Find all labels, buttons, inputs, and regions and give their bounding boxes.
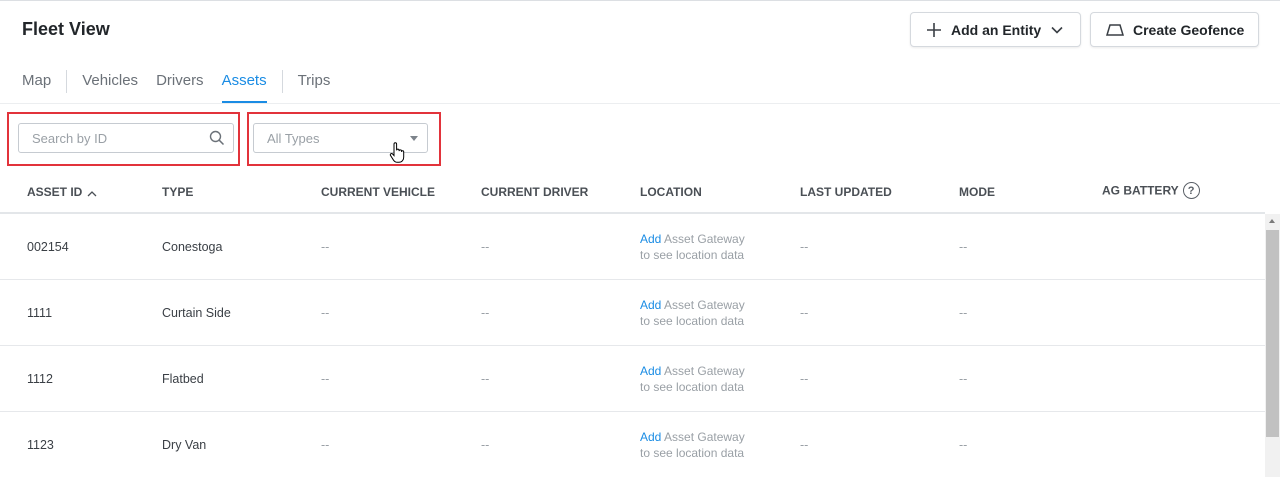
last-updated-cell: --: [800, 240, 809, 254]
scroll-up-arrow-icon[interactable]: [1269, 219, 1275, 223]
add-asset-gateway-link[interactable]: Add: [640, 364, 661, 378]
scrollbar-thumb[interactable]: [1266, 230, 1279, 437]
caret-down-icon: [410, 136, 418, 141]
sort-ascending-icon: [87, 186, 97, 200]
location-cell: Add Asset Gateway to see location data: [640, 364, 745, 394]
asset-id-cell: 002154: [27, 240, 69, 254]
location-cell: Add Asset Gateway to see location data: [640, 298, 745, 328]
current-vehicle-cell: --: [321, 306, 330, 320]
add-entity-button[interactable]: Add an Entity: [910, 12, 1081, 47]
asset-id-cell: 1112: [27, 372, 53, 386]
tab-divider: [66, 70, 68, 93]
search-icon[interactable]: [209, 130, 225, 149]
fleet-tabs: Map Vehicles Drivers Assets Trips: [22, 70, 330, 104]
location-cell: Add Asset Gateway to see location data: [640, 430, 745, 460]
type-cell: Conestoga: [162, 240, 223, 254]
column-header-type[interactable]: TYPE: [162, 185, 193, 199]
table-row[interactable]: 1112 Flatbed -- -- Add Asset Gateway to …: [0, 346, 1265, 412]
column-header-last-updated[interactable]: LAST UPDATED: [800, 185, 892, 199]
current-vehicle-cell: --: [321, 372, 330, 386]
last-updated-cell: --: [800, 438, 809, 452]
chevron-down-icon: [1050, 25, 1064, 35]
tab-divider: [281, 70, 283, 93]
tab-drivers[interactable]: Drivers: [156, 70, 204, 103]
type-filter-value: All Types: [267, 130, 320, 146]
table-scrollbar[interactable]: [1265, 214, 1280, 477]
mode-cell: --: [959, 240, 968, 254]
column-header-mode[interactable]: MODE: [959, 185, 995, 199]
mode-cell: --: [959, 438, 968, 452]
current-driver-cell: --: [481, 438, 490, 452]
last-updated-cell: --: [800, 372, 809, 386]
current-driver-cell: --: [481, 306, 490, 320]
last-updated-cell: --: [800, 306, 809, 320]
column-header-current-driver[interactable]: CURRENT DRIVER: [481, 185, 588, 199]
create-geofence-label: Create Geofence: [1133, 21, 1245, 38]
type-cell: Curtain Side: [162, 306, 231, 320]
table-row[interactable]: 1123 Dry Van -- -- Add Asset Gateway to …: [0, 412, 1265, 477]
tabs-divider: [0, 103, 1280, 104]
tab-assets[interactable]: Assets: [221, 70, 267, 103]
table-row[interactable]: 002154 Conestoga -- -- Add Asset Gateway…: [0, 214, 1265, 280]
current-driver-cell: --: [481, 372, 490, 386]
hand-pointer-icon: [389, 142, 405, 169]
tab-trips[interactable]: Trips: [298, 70, 331, 103]
column-header-location[interactable]: LOCATION: [640, 185, 702, 199]
add-asset-gateway-link[interactable]: Add: [640, 232, 661, 246]
current-vehicle-cell: --: [321, 240, 330, 254]
create-geofence-button[interactable]: Create Geofence: [1090, 12, 1259, 47]
table-row[interactable]: 1111 Curtain Side -- -- Add Asset Gatewa…: [0, 280, 1265, 346]
tab-map[interactable]: Map: [22, 70, 51, 103]
type-cell: Dry Van: [162, 438, 207, 452]
current-vehicle-cell: --: [321, 438, 330, 452]
column-header-current-vehicle[interactable]: CURRENT VEHICLE: [321, 185, 435, 199]
geofence-icon: [1106, 23, 1124, 37]
add-asset-gateway-link[interactable]: Add: [640, 430, 661, 444]
table-header: ASSET ID TYPE CURRENT VEHICLE CURRENT DR…: [0, 170, 1265, 214]
search-input[interactable]: Search by ID: [18, 123, 234, 153]
top-border: [0, 0, 1280, 1]
column-header-ag-battery[interactable]: AG BATTERY?: [1102, 182, 1200, 200]
asset-id-cell: 1111: [27, 306, 53, 320]
mode-cell: --: [959, 306, 968, 320]
type-cell: Flatbed: [162, 372, 204, 386]
mode-cell: --: [959, 372, 968, 386]
page-title: Fleet View: [22, 19, 110, 39]
search-placeholder: Search by ID: [32, 130, 108, 146]
add-asset-gateway-link[interactable]: Add: [640, 298, 661, 312]
current-driver-cell: --: [481, 240, 490, 254]
asset-id-cell: 1123: [27, 438, 54, 452]
help-circle-icon[interactable]: ?: [1182, 182, 1200, 199]
location-cell: Add Asset Gateway to see location data: [640, 232, 745, 262]
add-entity-label: Add an Entity: [951, 21, 1042, 38]
column-header-asset-id[interactable]: ASSET ID: [27, 185, 97, 200]
plus-icon: [926, 22, 942, 38]
tab-vehicles[interactable]: Vehicles: [82, 70, 138, 103]
